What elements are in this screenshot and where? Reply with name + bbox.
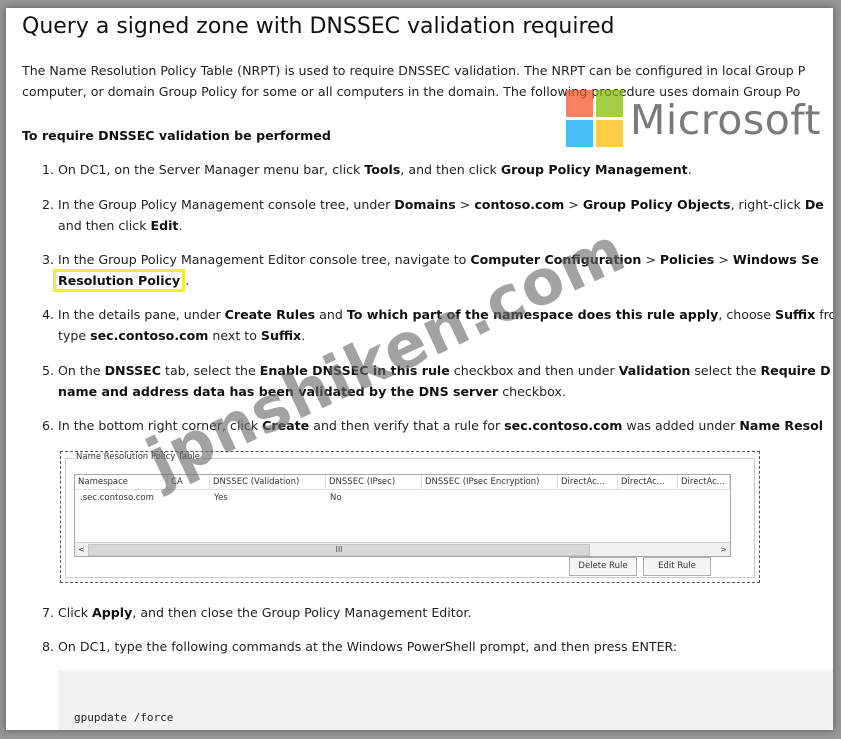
step-8: 8. On DC1, type the following commands at… — [42, 639, 678, 654]
logo-square-green — [596, 90, 623, 117]
procedure-heading: To require DNSSEC validation be performe… — [22, 128, 331, 143]
column-header-dnssec-ipsec[interactable]: DNSSEC (IPsec) — [326, 475, 422, 490]
column-header-directaccess-3[interactable]: DirectAc... — [678, 475, 730, 490]
column-header-namespace[interactable]: Namespace — [75, 475, 168, 490]
highlighted-resolution-policy: Resolution Policy — [53, 269, 186, 292]
scroll-right-arrow-icon[interactable]: > — [717, 543, 730, 556]
code-line: gpupdate /force — [74, 711, 174, 724]
step-2: 2. In the Group Policy Management console… — [42, 197, 824, 233]
step-7: 7. Click Apply, and then close the Group … — [42, 605, 472, 620]
column-header-dnssec-ipsec-encryption[interactable]: DNSSEC (IPsec Encryption) — [422, 475, 558, 490]
code-block: gpupdate /force — [58, 670, 833, 730]
horizontal-scrollbar[interactable]: < III > — [75, 542, 730, 556]
step-3: 3. In the Group Policy Management Editor … — [42, 249, 819, 292]
document-page: Query a signed zone with DNSSEC validati… — [6, 8, 833, 730]
cell-validation: Yes — [214, 493, 228, 503]
cell-ipsec: No — [330, 493, 342, 503]
scroll-left-arrow-icon[interactable]: < — [75, 543, 88, 556]
logo-wordmark: Microsoft — [630, 96, 822, 144]
cell-namespace: .sec.contoso.com — [80, 493, 154, 503]
column-header-directaccess-2[interactable]: DirectAc... — [618, 475, 678, 490]
step-1: 1. On DC1, on the Server Manager menu bar… — [42, 162, 692, 177]
delete-rule-button[interactable]: Delete Rule — [569, 557, 637, 576]
column-header-dnssec-validation[interactable]: DNSSEC (Validation) — [210, 475, 326, 490]
logo-square-red — [566, 90, 593, 117]
scroll-thumb[interactable]: III — [88, 544, 590, 556]
edit-rule-button[interactable]: Edit Rule — [643, 557, 711, 576]
logo-square-yellow — [596, 120, 623, 147]
column-header-directaccess-1[interactable]: DirectAc... — [558, 475, 618, 490]
page-title: Query a signed zone with DNSSEC validati… — [22, 14, 615, 39]
intro-line-1: The Name Resolution Policy Table (NRPT) … — [22, 63, 806, 78]
logo-square-blue — [566, 120, 593, 147]
